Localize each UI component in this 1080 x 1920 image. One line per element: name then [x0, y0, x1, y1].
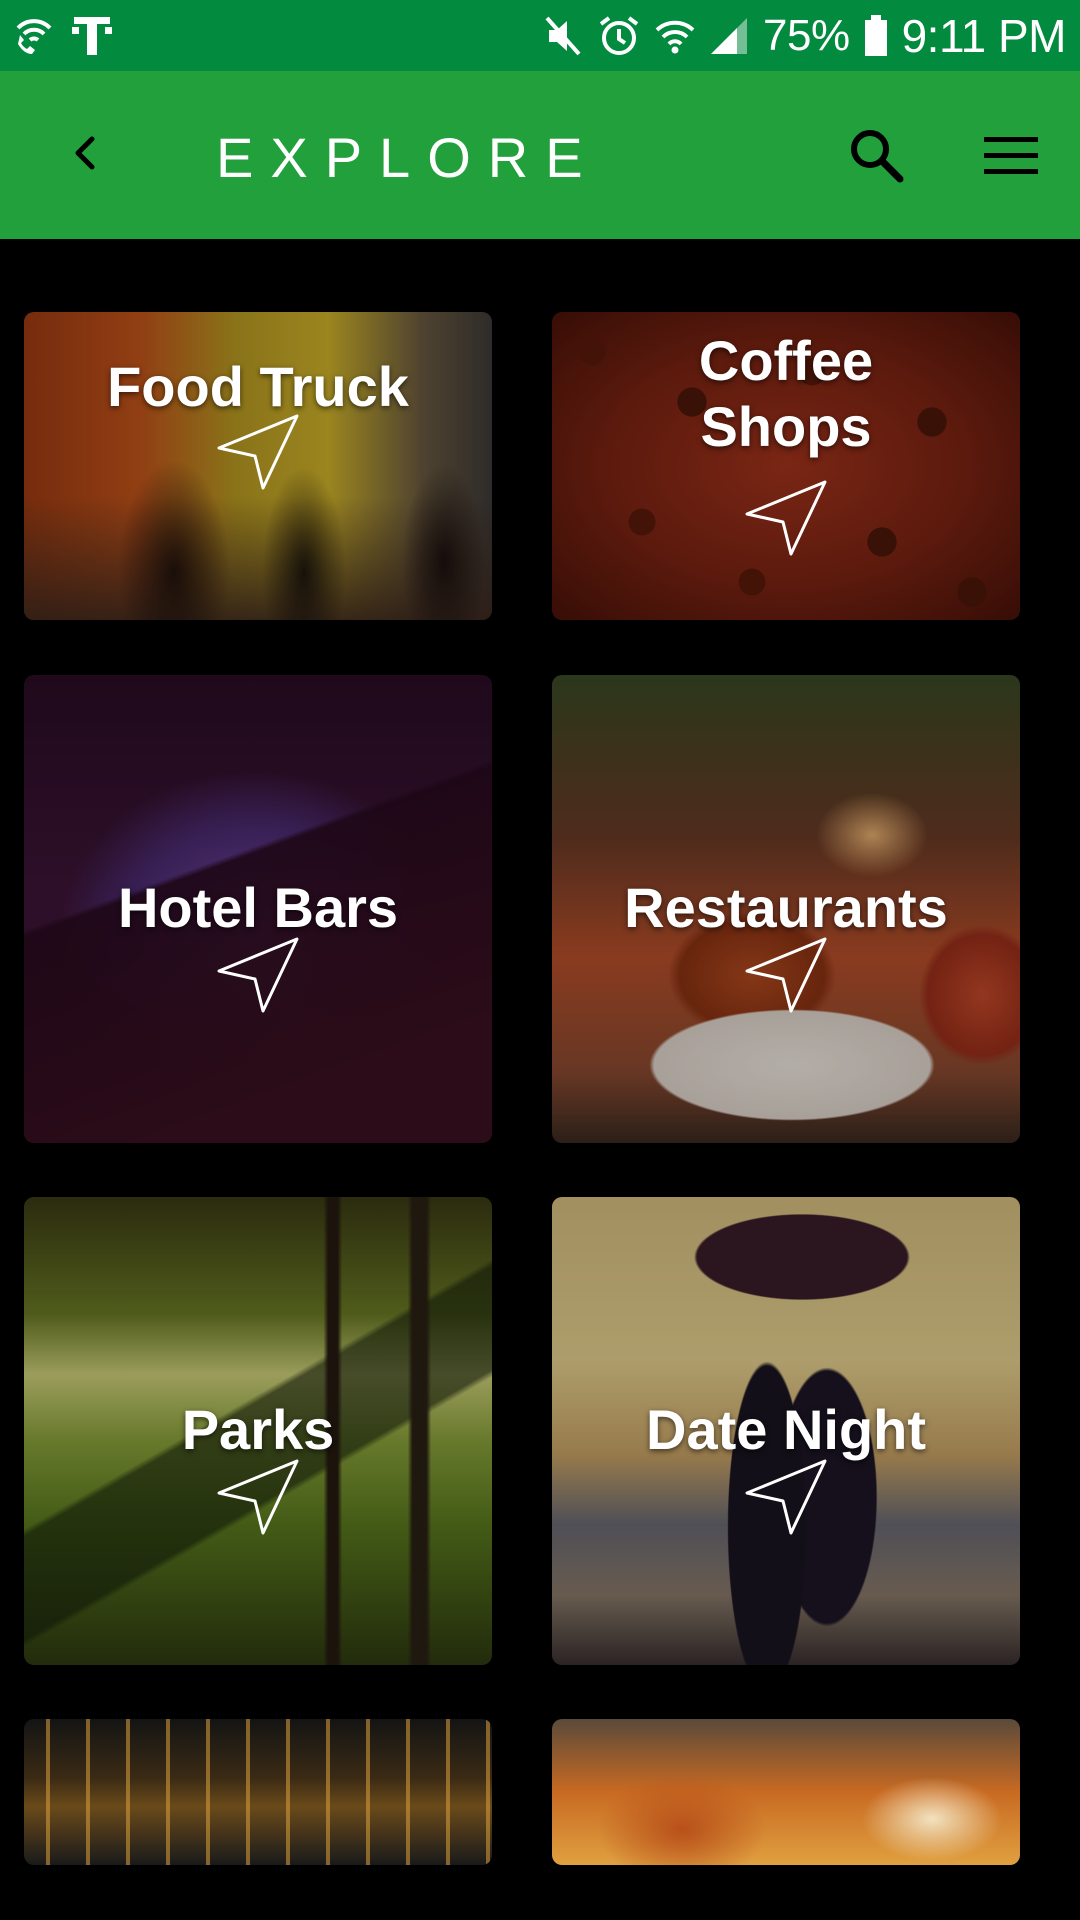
navigation-arrow-icon — [745, 937, 827, 1013]
alarm-icon — [597, 14, 641, 58]
category-tile-partial-left[interactable] — [24, 1719, 492, 1865]
clock: 9:11 PM — [901, 10, 1067, 62]
category-tile-partial-right[interactable] — [552, 1719, 1020, 1865]
hamburger-menu-icon — [984, 137, 1038, 174]
navigation-arrow-icon — [745, 1459, 827, 1535]
category-label: Food Truck — [107, 355, 409, 418]
category-label: Restaurants — [624, 876, 948, 939]
search-icon — [851, 130, 904, 183]
category-tile-parks[interactable]: Parks — [24, 1197, 492, 1665]
menu-button[interactable] — [982, 133, 1040, 179]
page-title: EXPLORE — [216, 126, 600, 189]
back-arrow-icon — [75, 136, 95, 170]
category-tile-restaurants[interactable]: Restaurants — [552, 675, 1020, 1143]
category-label: Date Night — [646, 1398, 926, 1461]
battery-icon — [864, 15, 888, 57]
carrier-logo-icon — [72, 13, 112, 59]
food-platter-photo — [552, 1719, 1020, 1865]
category-grid: Food Truck Coffee Shops Hotel Bars Resta… — [0, 239, 1080, 1920]
signal-icon — [709, 16, 749, 56]
category-label: Parks — [181, 1398, 335, 1461]
status-bar: 75% 9:11 PM — [0, 0, 1080, 71]
category-label: Coffee Shops — [698, 329, 874, 458]
liquor-shelf-photo — [24, 1719, 492, 1865]
category-tile-hotel-bars[interactable]: Hotel Bars — [24, 675, 492, 1143]
navigation-arrow-icon — [217, 1459, 299, 1535]
back-button[interactable] — [56, 123, 116, 183]
category-tile-date-night[interactable]: Date Night — [552, 1197, 1020, 1665]
wifi-calling-icon — [12, 14, 56, 58]
mute-icon — [545, 16, 583, 56]
search-button[interactable] — [844, 123, 908, 187]
navigation-arrow-icon — [745, 480, 827, 556]
app-bar: EXPLORE — [0, 71, 1080, 239]
category-tile-food-truck[interactable]: Food Truck — [24, 312, 492, 620]
wifi-icon — [655, 16, 695, 56]
navigation-arrow-icon — [217, 937, 299, 1013]
navigation-arrow-icon — [217, 414, 299, 490]
category-tile-coffee-shops[interactable]: Coffee Shops — [552, 312, 1020, 620]
battery-percent: 75% — [763, 11, 850, 60]
category-label: Hotel Bars — [117, 876, 399, 939]
